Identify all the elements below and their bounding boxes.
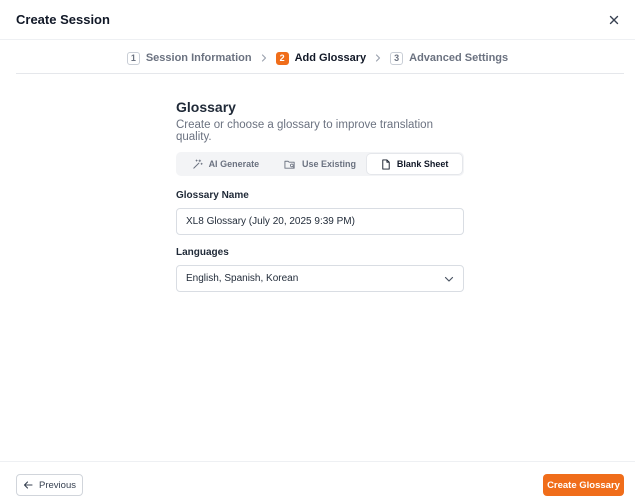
tab-label: Blank Sheet: [396, 159, 449, 169]
dialog-title: Create Session: [16, 12, 110, 27]
step-number: 3: [390, 51, 404, 65]
step-advanced-settings: 3 Advanced Settings: [390, 51, 509, 65]
arrow-left-icon: [23, 481, 33, 489]
chevron-down-icon: [444, 276, 454, 282]
folder-search-icon: [284, 160, 295, 169]
step-label: Add Glossary: [294, 52, 367, 64]
stepper-divider: [16, 73, 624, 74]
step-number: 2: [275, 51, 289, 65]
close-icon: [609, 15, 619, 25]
step-number: 1: [126, 51, 140, 65]
step-label: Advanced Settings: [409, 52, 509, 64]
tab-label: Use Existing: [301, 159, 357, 169]
glossary-name-label: Glossary Name: [176, 190, 249, 201]
chevron-right-icon: [374, 54, 382, 62]
previous-label: Previous: [39, 479, 76, 491]
glossary-mode-tabs: AI Generate Use Existing Blank Sheet: [176, 152, 464, 176]
languages-value: English, Spanish, Korean: [186, 273, 299, 284]
step-add-glossary: 2 Add Glossary: [275, 51, 367, 65]
create-glossary-button[interactable]: Create Glossary: [543, 474, 624, 496]
dialog-header: Create Session: [0, 0, 635, 40]
step-label: Session Information: [145, 52, 252, 64]
tab-blank-sheet[interactable]: Blank Sheet: [367, 154, 463, 174]
chevron-right-icon: [260, 54, 268, 62]
tab-ai-generate[interactable]: AI Generate: [178, 154, 273, 174]
languages-label: Languages: [176, 247, 229, 258]
dialog-footer: Previous Create Glossary: [0, 461, 635, 501]
section-subtitle: Create or choose a glossary to improve t…: [176, 119, 433, 143]
glossary-name-input[interactable]: [176, 208, 464, 235]
glossary-section: Glossary Create or choose a glossary to …: [176, 99, 464, 292]
languages-select[interactable]: English, Spanish, Korean: [176, 265, 464, 292]
magic-wand-icon: [192, 159, 203, 169]
close-button[interactable]: [605, 11, 623, 29]
section-title: Glossary: [176, 99, 236, 115]
previous-button[interactable]: Previous: [16, 474, 83, 496]
stepper: 1 Session Information 2 Add Glossary 3 A…: [0, 48, 635, 68]
document-icon: [382, 158, 390, 170]
tab-use-existing[interactable]: Use Existing: [273, 154, 368, 174]
step-session-information: 1 Session Information: [126, 51, 252, 65]
tab-label: AI Generate: [208, 159, 260, 169]
create-glossary-label: Create Glossary: [547, 479, 620, 491]
